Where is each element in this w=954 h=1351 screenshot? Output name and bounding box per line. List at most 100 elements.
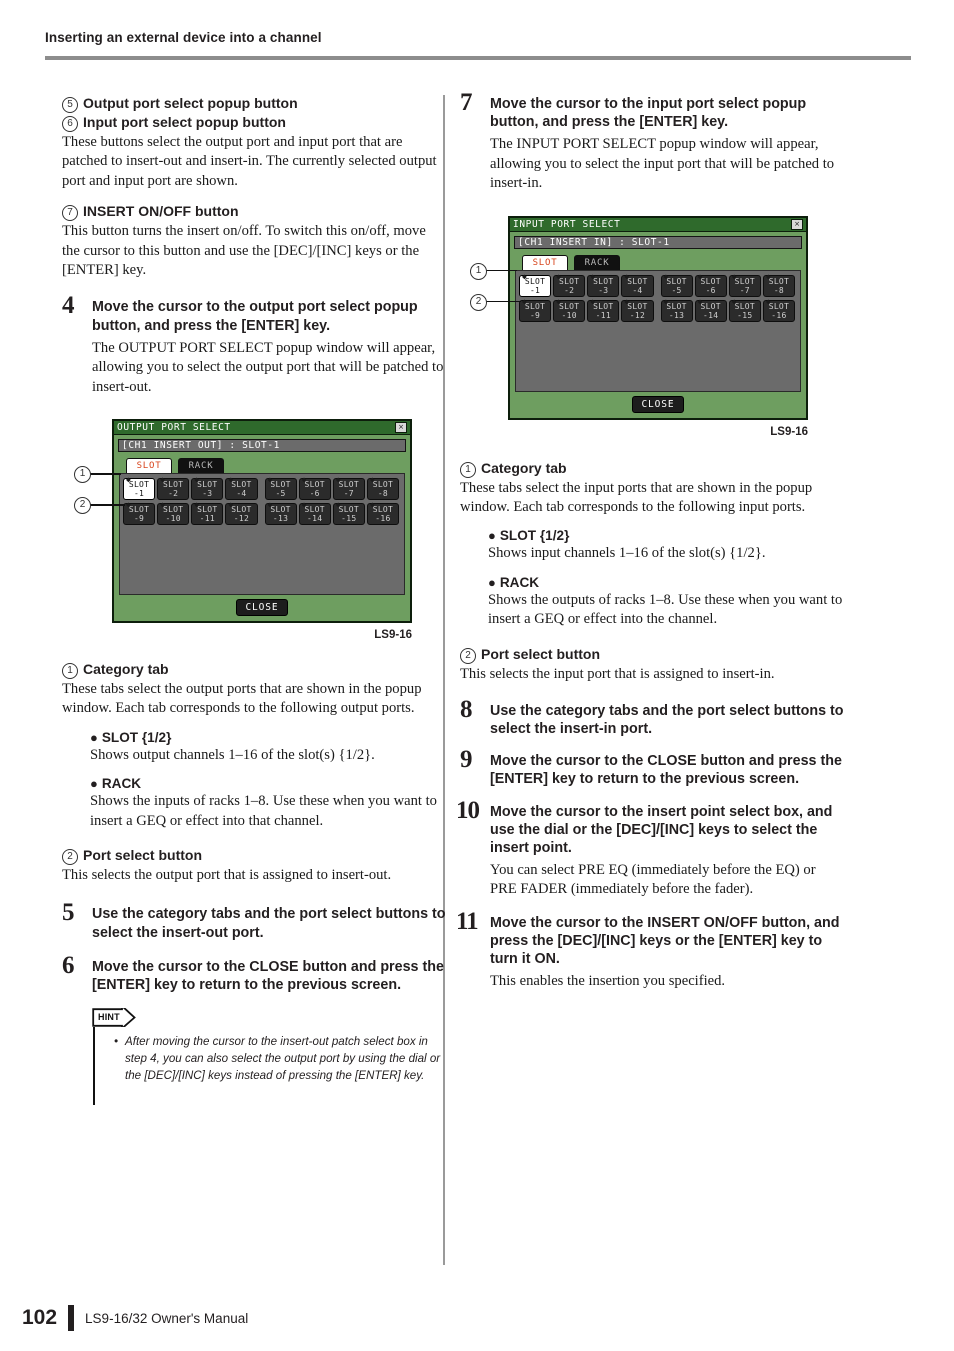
dialog-titlebar: INPUT PORT SELECT × — [510, 217, 806, 232]
step-10-body: You can select PRE EQ (immediately befor… — [490, 862, 816, 898]
circled-number-1-left: 1 — [62, 662, 78, 679]
port-button-wrapper: ◆SLOT-11 — [191, 500, 224, 525]
page-number: 102 — [22, 1306, 58, 1329]
step-4-body: The OUTPUT PORT SELECT popup window will… — [92, 339, 444, 395]
port-button-wrapper: ◆SLOT-15 — [728, 297, 761, 322]
port-button-wrapper: ◆SLOT-9 — [519, 297, 552, 322]
bullet-slot-head-right: ● SLOT {1/2} — [488, 528, 845, 543]
step-9-title: Move the cursor to the CLOSE button and … — [490, 753, 842, 788]
step-6: 6 Move the cursor to the CLOSE button an… — [62, 953, 447, 1106]
port-grid-row-2: ◆SLOT-9◆SLOT-10◆SLOT-11◆SLOT-12◆SLOT-13◆… — [123, 500, 401, 525]
step-4-number: 4 — [62, 292, 75, 320]
port-button-line: -3 — [202, 488, 213, 498]
output-port-select-dialog: OUTPUT PORT SELECT × [CH1 INSERT OUT] : … — [112, 418, 412, 623]
item-5-6-block: 5 Output port select popup button 6 Input … — [62, 95, 447, 191]
port-button-line: SLOT — [162, 479, 184, 489]
category-tabs: SLOT RACK — [522, 254, 806, 270]
port-button-line: SLOT — [197, 479, 218, 489]
step-9-number: 9 — [460, 746, 473, 774]
port-button-wrapper: ◆SLOT-14 — [298, 500, 331, 525]
tab-slot[interactable]: SLOT — [522, 254, 568, 270]
port-button-line: -10 — [561, 310, 577, 320]
item-6-heading: 6 Input port select popup button — [62, 114, 447, 132]
close-icon[interactable]: × — [395, 421, 407, 433]
port-button-wrapper: ◆SLOT-8 — [762, 272, 795, 297]
close-icon[interactable]: × — [791, 218, 803, 230]
port-button-line: -16 — [771, 310, 787, 320]
port-button-wrapper: ◆SLOT-16 — [762, 297, 795, 322]
step-5-title: Use the category tabs and the port selec… — [92, 906, 446, 941]
hint-item-text: After moving the cursor to the insert-ou… — [125, 1035, 441, 1082]
bullet-dot-icon: ● — [488, 574, 496, 590]
bullet-slot-right: ● SLOT {1/2} Shows input channels 1–16 of… — [488, 528, 845, 563]
port-button-line: SLOT — [338, 504, 360, 514]
tab-slot[interactable]: SLOT — [126, 457, 172, 473]
port-button-line: SLOT — [666, 276, 687, 286]
port-button-line: SLOT — [372, 504, 394, 514]
circled-number-6: 6 — [62, 116, 78, 132]
port-button-wrapper: ◆SLOT-12 — [621, 297, 654, 322]
tab-rack[interactable]: RACK — [178, 457, 224, 473]
bullet-rack-head-right: ● RACK — [488, 575, 845, 590]
input-port-select-dialog: INPUT PORT SELECT × [CH1 INSERT IN] : SL… — [508, 215, 808, 420]
port-button-wrapper: ◆SLOT-9 — [123, 500, 156, 525]
port-button-wrapper: ◆SLOT-3 — [587, 272, 620, 297]
port-button-wrapper: ◆SLOT-15 — [332, 500, 365, 525]
circled-number-1-right: 1 — [460, 461, 476, 478]
port-button-line: -4 — [632, 285, 643, 295]
item-1-block-right: 1 Category tab These tabs select the inpu… — [460, 460, 845, 630]
port-button-line: SLOT — [197, 504, 218, 514]
leader-line-1-output — [89, 472, 121, 475]
step-5-number: 5 — [62, 899, 75, 927]
circled-number-2-right: 2 — [460, 647, 476, 664]
port-button-line: SLOT — [627, 276, 648, 286]
leader-line-2-output — [89, 503, 125, 506]
item-5-heading: 5 Output port select popup button — [62, 95, 447, 113]
port-button-line: SLOT — [524, 276, 546, 286]
item-2-title-left: Port select button — [83, 847, 203, 863]
bullet-slot-body-left: Shows output channels 1–16 of the slot(s… — [90, 746, 375, 763]
step-10-number: 10 — [456, 796, 480, 824]
close-button[interactable]: CLOSE — [632, 396, 684, 414]
port-button-wrapper: ◆SLOT-6 — [694, 272, 727, 297]
close-button[interactable]: CLOSE — [236, 599, 288, 617]
port-button-line: -16 — [375, 513, 391, 523]
port-button-line: SLOT — [666, 301, 687, 311]
tab-rack[interactable]: RACK — [574, 254, 620, 270]
bullet-dot-icon: ● — [90, 729, 98, 745]
port-button-wrapper: ◆SLOT-2 — [553, 272, 586, 297]
port-button-line: SLOT — [270, 479, 291, 489]
bullet-dot-icon: ● — [488, 528, 496, 544]
step-6-number: 6 — [62, 951, 75, 979]
dialog-title: INPUT PORT SELECT — [513, 218, 621, 230]
step-10: 10 Move the cursor to the insert point s… — [456, 798, 845, 900]
dialog-title: OUTPUT PORT SELECT — [117, 421, 231, 433]
port-button-line: SLOT — [768, 276, 790, 286]
bullet-slot-head-left: ● SLOT {1/2} — [90, 730, 447, 745]
item-5-title: Output port select popup button — [83, 95, 298, 111]
hint-box: HINT • After moving the cursor to the ins… — [92, 1008, 447, 1106]
port-button-line: -9 — [133, 513, 145, 523]
item-1-title-left: Category tab — [83, 660, 169, 677]
right-column: 7 Move the cursor to the input port sele… — [456, 90, 845, 1006]
step-11-number: 11 — [456, 907, 479, 935]
step-7-title: Move the cursor to the input port select… — [490, 96, 807, 131]
step-10-title: Move the cursor to the insert point sele… — [490, 803, 833, 856]
hint-item: • After moving the cursor to the insert-o… — [114, 1034, 447, 1084]
page-footer: 102 LS9-16/32 Owner's Manual — [22, 1305, 248, 1331]
item-7-block: 7 INSERT ON/OFF button This button turns … — [62, 203, 447, 280]
item-1-body-right: These tabs select the input ports that a… — [460, 479, 813, 515]
port-button-wrapper: ◆SLOT-2 — [157, 475, 190, 500]
bullet-slot-label-left: SLOT {1/2} — [101, 729, 172, 745]
port-button-line: -15 — [341, 513, 357, 523]
item-6-title: Input port select popup button — [83, 114, 286, 130]
step-4: 4 Move the cursor to the output port sel… — [62, 293, 447, 397]
port-button-line: -11 — [595, 310, 611, 320]
port-button-wrapper: ◆SLOT-11 — [587, 297, 620, 322]
step-8: 8 Use the category tabs and the port sel… — [460, 697, 845, 738]
item-2-block-left: 2 Port select button This selects the out… — [62, 847, 447, 885]
bullet-rack-body-left: Shows the inputs of racks 1–8. Use these… — [90, 793, 437, 829]
port-button-line: -8 — [377, 488, 389, 498]
input-port-select-figure: 1 2 INPUT PORT SELECT × [CH1 INSERT IN] … — [470, 215, 845, 438]
port-button-line: SLOT — [700, 276, 721, 286]
